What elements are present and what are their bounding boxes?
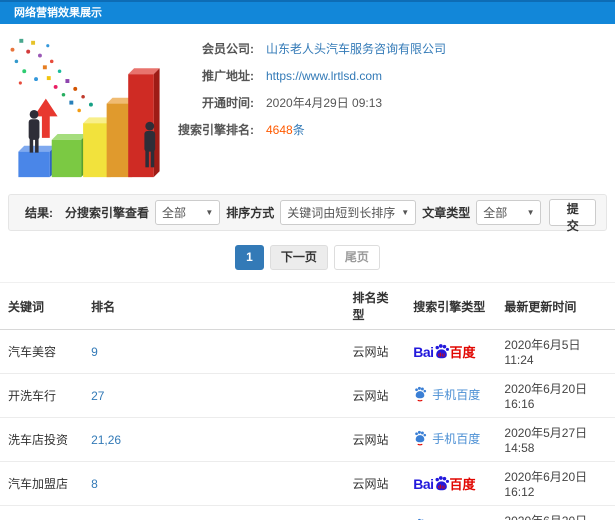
sort-select[interactable]: 关键词由短到长排序 ▼ xyxy=(280,200,417,225)
rank-type-cell: 云网站 xyxy=(344,461,406,506)
table-row: 洗车店投资 21,26 云网站 手机百度 2020年5月27日 14:58 xyxy=(0,417,615,462)
update-time-cell: 2020年6月20日 16:12 xyxy=(496,461,615,506)
mobile-baidu-paw-icon xyxy=(415,431,427,446)
info-row-company: 会员公司: 山东老人头汽车服务咨询有限公司 xyxy=(172,40,615,57)
table-header-row: 关键词 排名 排名类型 搜索引擎类型 最新更新时间 xyxy=(0,282,615,330)
header-rank-type: 排名类型 xyxy=(344,282,406,330)
engine-cell: 手机百度 xyxy=(405,373,497,418)
rank-count-label: 搜索引擎排名: xyxy=(178,123,254,137)
svg-text:du: du xyxy=(438,352,445,358)
info-section: 会员公司: 山东老人头汽车服务咨询有限公司 推广地址: https://www.… xyxy=(0,24,615,190)
pagination: 1 下一页 尾页 xyxy=(0,245,615,270)
engine-cell: Bai du 百度 xyxy=(405,329,497,374)
header-engine-type: 搜索引擎类型 xyxy=(405,282,497,330)
mobile-baidu-logo: 手机百度 xyxy=(413,430,480,447)
page-title: 网络营销效果展示 xyxy=(0,0,615,24)
engine-cell: 手机百度 xyxy=(405,417,497,462)
baidu-logo: Bai du 百度 xyxy=(413,343,476,361)
promo-url-label: 推广地址: xyxy=(202,69,254,83)
table-row: 加盟洗车店 25,28,28 云网站 手机百度 2020年6月20日 16:11 xyxy=(0,505,615,520)
update-time-cell: 2020年6月5日 11:24 xyxy=(496,329,615,374)
results-table: 关键词 排名 排名类型 搜索引擎类型 最新更新时间 汽车美容 9 云网站 Bai… xyxy=(0,282,615,520)
info-row-open-time: 开通时间: 2020年4月29日 09:13 xyxy=(172,94,615,111)
mobile-baidu-logo: 手机百度 xyxy=(413,386,480,403)
update-time-cell: 2020年5月27日 14:58 xyxy=(496,417,615,462)
rank-cell[interactable]: 27 xyxy=(83,373,345,418)
results-table-body: 汽车美容 9 云网站 Bai du 百度 2020年6月5日 11:24 开洗车… xyxy=(0,329,615,520)
header-keyword: 关键词 xyxy=(0,282,84,330)
rank-count-unit: 条 xyxy=(292,123,305,137)
engine-filter-label: 分搜索引擎查看 xyxy=(65,206,150,220)
baidu-paw-icon: du xyxy=(435,344,449,358)
keyword-cell: 汽车美容 xyxy=(0,329,84,374)
rank-type-cell: 云网站 xyxy=(344,417,406,462)
keyword-cell: 汽车加盟店 xyxy=(0,461,84,506)
info-row-url: 推广地址: https://www.lrtlsd.com xyxy=(172,67,615,84)
keyword-cell: 加盟洗车店 xyxy=(0,505,84,520)
header-update-time: 最新更新时间 xyxy=(496,282,615,330)
info-row-rank-count: 搜索引擎排名: 4648条 xyxy=(172,121,615,138)
header-rank: 排名 xyxy=(83,282,345,330)
bars xyxy=(18,68,160,178)
chevron-down-icon: ▼ xyxy=(205,208,214,217)
rank-cell[interactable]: 9 xyxy=(83,329,345,374)
rank-type-cell: 云网站 xyxy=(344,505,406,520)
table-row: 汽车美容 9 云网站 Bai du 百度 2020年6月5日 11:24 xyxy=(0,329,615,374)
update-time-cell: 2020年6月20日 16:16 xyxy=(496,373,615,418)
company-link[interactable]: 山东老人头汽车服务咨询有限公司 xyxy=(266,40,446,57)
table-row: 汽车加盟店 8 云网站 Bai du 百度 2020年6月20日 16:12 xyxy=(0,461,615,506)
article-type-label: 文章类型 xyxy=(422,206,471,220)
open-time-label: 开通时间: xyxy=(202,96,254,110)
promo-url-link[interactable]: https://www.lrtlsd.com xyxy=(266,69,382,83)
chevron-down-icon: ▼ xyxy=(526,208,535,217)
growth-chart-illustration xyxy=(10,38,160,178)
next-page-button[interactable]: 下一页 xyxy=(269,245,328,270)
rank-count-number: 4648 xyxy=(266,123,293,137)
chevron-down-icon: ▼ xyxy=(401,208,410,217)
confetti-dots xyxy=(10,38,93,113)
company-label: 会员公司: xyxy=(202,42,254,56)
mobile-baidu-paw-icon xyxy=(415,387,427,402)
last-page-button[interactable]: 尾页 xyxy=(333,245,380,270)
open-time-value: 2020年4月29日 09:13 xyxy=(266,96,383,110)
page-1-button[interactable]: 1 xyxy=(235,245,264,270)
sort-filter-label: 排序方式 xyxy=(226,206,275,220)
rank-cell[interactable]: 8 xyxy=(83,461,345,506)
engine-cell: 手机百度 xyxy=(405,505,497,520)
rank-cell[interactable]: 25,28,28 xyxy=(83,505,345,520)
result-label: 结果: xyxy=(25,206,53,220)
info-list: 会员公司: 山东老人头汽车服务咨询有限公司 推广地址: https://www.… xyxy=(172,32,615,186)
svg-text:du: du xyxy=(438,484,445,490)
keyword-cell: 开洗车行 xyxy=(0,373,84,418)
update-time-cell: 2020年6月20日 16:11 xyxy=(496,505,615,520)
rank-type-cell: 云网站 xyxy=(344,373,406,418)
rank-type-cell: 云网站 xyxy=(344,329,406,374)
table-row: 开洗车行 27 云网站 手机百度 2020年6月20日 16:16 xyxy=(0,373,615,418)
baidu-paw-icon: du xyxy=(435,476,449,490)
engine-cell: Bai du 百度 xyxy=(405,461,497,506)
baidu-logo: Bai du 百度 xyxy=(413,475,476,493)
engine-select[interactable]: 全部 ▼ xyxy=(155,200,221,225)
rank-cell[interactable]: 21,26 xyxy=(83,417,345,462)
filter-bar: 结果: 分搜索引擎查看 全部 ▼ 排序方式 关键词由短到长排序 ▼ 文章类型 全… xyxy=(8,194,607,233)
article-type-select[interactable]: 全部 ▼ xyxy=(476,200,542,225)
keyword-cell: 洗车店投资 xyxy=(0,417,84,462)
submit-button[interactable]: 提交 xyxy=(549,199,596,233)
